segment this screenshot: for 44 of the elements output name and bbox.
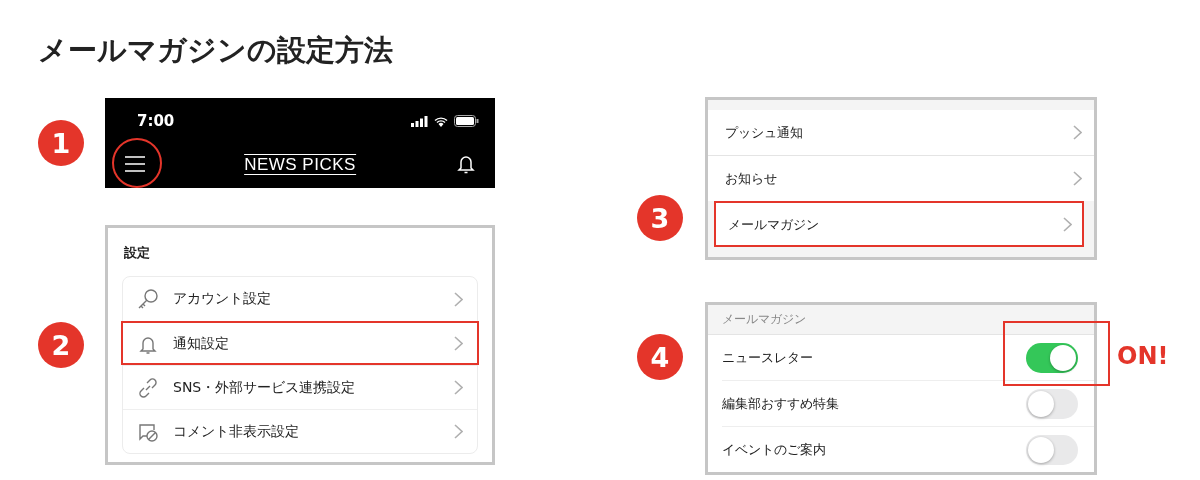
menu-item-label: 通知設定 [173,334,229,353]
link-icon [137,376,159,399]
toggle-label: ニュースレター [722,348,813,367]
bell-icon[interactable] [457,154,475,174]
menu-item-label: SNS・外部サービス連携設定 [173,378,356,397]
menu-item-label: プッシュ通知 [725,123,803,142]
menu-item[interactable]: お知らせ [708,155,1094,201]
chevron-icon [1073,125,1082,140]
toggle-label: イベントのご案内 [722,440,826,459]
section-heading: 設定 [124,244,150,262]
menu-item[interactable]: SNS・外部サービス連携設定 [123,365,477,409]
battery-icon [454,115,479,127]
wifi-icon [433,115,449,127]
menu-item-label: お知らせ [725,169,777,188]
menu-item[interactable]: コメント非表示設定 [123,409,477,453]
toggle-switch[interactable] [1026,342,1078,373]
menu-item[interactable]: メールマガジン [714,201,1084,247]
chevron-icon [1073,171,1082,186]
step-number-badge: 3 [637,195,683,241]
step-number-badge: 4 [637,334,683,380]
menu-item[interactable]: プッシュ通知 [708,110,1094,155]
step-number-badge: 2 [38,322,84,368]
toggle-label: 編集部おすすめ特集 [722,394,839,413]
menu-item[interactable]: 通知設定 [121,321,479,365]
toggle-switch[interactable] [1026,388,1078,419]
step-number-badge: 1 [38,120,84,166]
chevron-icon [1063,217,1072,232]
chevron-icon [454,336,463,351]
status-time: 7:00 [137,112,175,130]
menu-item-label: アカウント設定 [173,290,271,308]
section-heading: メールマガジン [708,305,1094,335]
menu-item-label: メールマガジン [728,215,819,234]
app-logo: NEWS PICKS [244,153,356,175]
menu-icon[interactable] [125,156,145,172]
chevron-icon [454,380,463,395]
chevron-icon [454,424,463,439]
menu-item[interactable]: アカウント設定 [123,277,477,321]
callout-text: ON! [1117,342,1169,370]
signal-icon [411,115,428,127]
key-icon [137,288,159,310]
toggle-switch[interactable] [1026,434,1078,465]
menu-item-label: コメント非表示設定 [173,422,299,441]
page-title: メールマガジンの設定方法 [37,32,393,69]
chevron-icon [454,291,463,307]
